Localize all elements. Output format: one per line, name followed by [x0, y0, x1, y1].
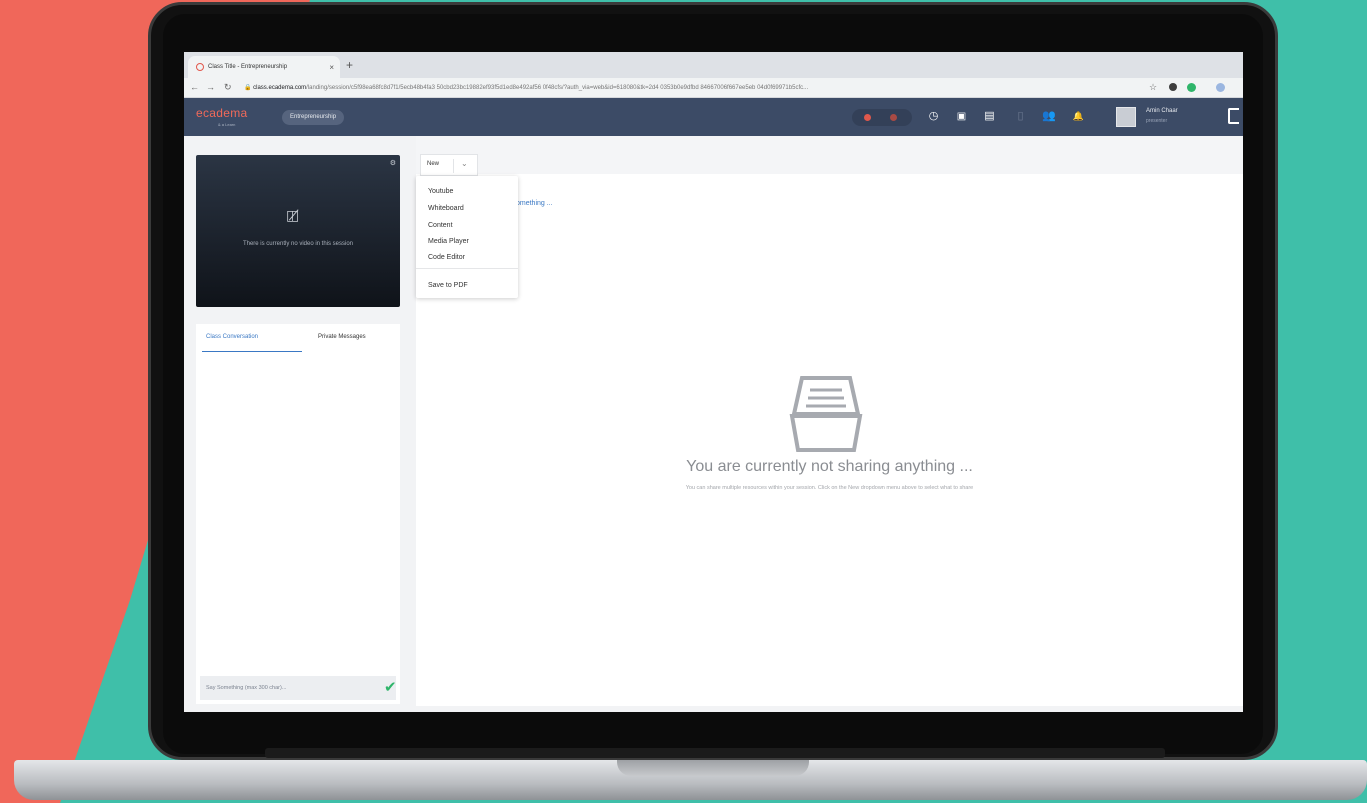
divider	[453, 159, 454, 173]
video-message: There is currently no video in this sess…	[242, 241, 354, 247]
reload-icon[interactable]: ↻	[224, 82, 232, 93]
video-panel: ⚙ ◫̸ There is currently no video in this…	[196, 155, 400, 307]
share-toolbar	[416, 136, 1243, 174]
avatar[interactable]	[1116, 107, 1136, 127]
menu-item-content[interactable]: Content	[428, 222, 453, 229]
menu-item-media-player[interactable]: Media Player	[428, 238, 469, 245]
menu-item-whiteboard[interactable]: Whiteboard	[428, 205, 464, 212]
logo-subtitle: & a Learn	[218, 122, 236, 127]
partial-text: omething ...	[516, 200, 553, 207]
chat-panel: Class Conversation Private Messages Say …	[196, 324, 400, 704]
url-path: /landing/session/c5f98ea68fc8d7f1/5ecb48…	[306, 85, 809, 91]
user-name: Amin Chaar	[1146, 108, 1178, 114]
url-field[interactable]: 🔒 class.ecadema.com/landing/session/c5f9…	[244, 81, 1144, 95]
extension-icon[interactable]	[1187, 83, 1196, 92]
laptop-notch	[617, 760, 809, 776]
new-dropdown-menu: Youtube Whiteboard Content Media Player …	[416, 176, 518, 298]
star-icon[interactable]: ☆	[1149, 82, 1157, 93]
app-header: ecadema & a Learn Entrepreneurship ◷ ▣ ▤…	[184, 98, 1243, 136]
settings-icon[interactable]: ⚙	[390, 159, 396, 167]
url-host: class.ecadema.com	[253, 85, 307, 91]
forward-icon[interactable]: →	[206, 82, 215, 92]
extension-icon[interactable]	[1169, 83, 1177, 91]
tab-title: Class Title - Entrepreneurship	[208, 64, 288, 70]
record-indicator-icon	[890, 114, 897, 121]
menu-item-save-to-pdf[interactable]: Save to PDF	[428, 282, 468, 289]
chevron-down-icon[interactable]: ⌄	[461, 159, 468, 168]
share-area: New ⌄ omething ... Youtube Whiteboard Co…	[416, 136, 1243, 706]
video-off-icon: ◫̸	[286, 207, 300, 223]
participants-icon[interactable]: 👥	[1042, 110, 1056, 123]
menu-divider	[416, 268, 518, 269]
menu-item-code-editor[interactable]: Code Editor	[428, 254, 465, 261]
send-check-icon[interactable]: ✔	[384, 677, 397, 699]
empty-state-title: You are currently not sharing anything .…	[686, 458, 973, 475]
extension-icon[interactable]	[1216, 83, 1225, 92]
chat-input[interactable]: Say Something (max 300 char)...	[200, 676, 396, 700]
screen-share-icon[interactable]: ▣	[955, 110, 968, 123]
address-bar: ← → ↻ 🔒 class.ecadema.com/landing/sessio…	[184, 78, 1243, 98]
new-dropdown-button[interactable]: New ⌄	[420, 154, 478, 176]
user-role: presenter	[1146, 118, 1168, 124]
layout-icon[interactable]: ▤	[983, 110, 996, 123]
laptop-chin	[265, 748, 1165, 758]
tab-class-conversation[interactable]: Class Conversation	[202, 334, 302, 352]
menu-item-youtube[interactable]: Youtube	[428, 188, 453, 195]
browser-tab[interactable]: Class Title - Entrepreneurship ×	[188, 56, 340, 78]
logout-icon[interactable]	[1228, 108, 1239, 124]
tab-private-messages[interactable]: Private Messages	[318, 334, 366, 352]
inbox-tray-icon	[789, 376, 863, 452]
empty-state-subtitle: You can share multiple resources within …	[685, 485, 974, 491]
timer-icon[interactable]: ◷	[927, 110, 940, 123]
new-label: New	[427, 161, 440, 167]
logo: ecadema	[196, 106, 248, 120]
favicon-icon	[196, 63, 204, 71]
bell-icon[interactable]: 🔔	[1072, 110, 1085, 123]
record-toggle[interactable]	[852, 109, 912, 126]
course-title-pill[interactable]: Entrepreneurship	[282, 110, 345, 125]
screen: Class Title - Entrepreneurship × + ← → ↻…	[184, 52, 1243, 712]
record-icon	[864, 114, 871, 121]
back-icon[interactable]: ←	[190, 82, 199, 92]
browser-tab-bar: Class Title - Entrepreneurship × +	[184, 52, 1243, 78]
chat-icon[interactable]: ▯	[1014, 110, 1027, 123]
close-icon[interactable]: ×	[329, 63, 334, 72]
new-tab-button[interactable]: +	[346, 58, 353, 72]
